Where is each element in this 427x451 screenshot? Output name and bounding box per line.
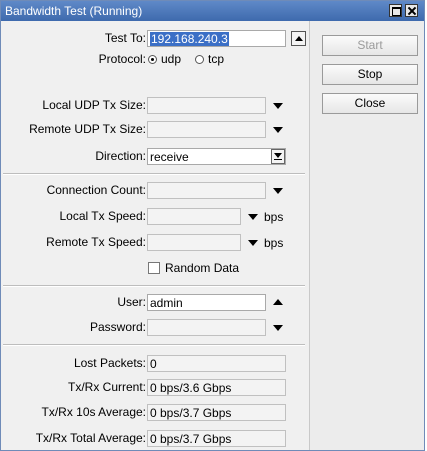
settings-panel: Test To: 192.168.240.3 Protocol: udp tcp… [1, 21, 310, 450]
current-rate-label: Tx/Rx Current: [67, 380, 146, 394]
bandwidth-test-window: Bandwidth Test (Running) Test To: 192.16… [0, 0, 425, 451]
window-title: Bandwidth Test (Running) [5, 4, 143, 18]
local-udp-size-label: Local UDP Tx Size: [42, 98, 146, 112]
local-udp-size-input[interactable] [147, 97, 266, 114]
lost-packets-label: Lost Packets: [73, 356, 146, 370]
test-to-expand-icon[interactable] [291, 31, 306, 46]
local-tx-unit: bps [264, 210, 284, 224]
local-tx-speed-input[interactable] [147, 208, 241, 225]
avg10-rate-value: 0 bps/3.7 Gbps [147, 404, 286, 421]
stop-button[interactable]: Stop [322, 64, 418, 85]
random-data-checkbox[interactable] [148, 262, 160, 274]
password-label: Password: [89, 320, 146, 334]
protocol-label: Protocol: [98, 52, 146, 66]
local-tx-speed-dropdown-icon[interactable] [248, 214, 258, 220]
current-rate-value: 0 bps/3.6 Gbps [147, 379, 286, 396]
protocol-udp-label: udp [161, 52, 182, 66]
divider [3, 285, 305, 287]
user-value: admin [150, 296, 183, 310]
test-to-input[interactable]: 192.168.240.3 [147, 30, 286, 47]
remote-tx-speed-dropdown-icon[interactable] [248, 240, 258, 246]
avg10-rate-label: Tx/Rx 10s Average: [41, 405, 147, 419]
remote-udp-size-input[interactable] [147, 121, 266, 138]
direction-dropdown-icon[interactable] [271, 149, 285, 164]
remote-tx-unit: bps [264, 236, 284, 250]
password-input[interactable] [147, 319, 266, 336]
protocol-tcp-label: tcp [208, 52, 225, 66]
close-icon[interactable] [405, 4, 418, 17]
divider [3, 173, 305, 175]
remote-tx-speed-input[interactable] [147, 234, 241, 251]
divider [3, 344, 305, 346]
remote-udp-size-dropdown-icon[interactable] [273, 127, 283, 133]
remote-udp-size-label: Remote UDP Tx Size: [29, 122, 146, 136]
title-bar[interactable]: Bandwidth Test (Running) [1, 1, 424, 21]
connection-count-dropdown-icon[interactable] [273, 188, 283, 194]
test-to-label: Test To: [104, 31, 146, 45]
close-button[interactable]: Close [322, 93, 418, 114]
maximize-icon[interactable] [389, 4, 402, 17]
test-to-value: 192.168.240.3 [150, 32, 229, 46]
user-collapse-icon[interactable] [273, 299, 283, 305]
password-dropdown-icon[interactable] [273, 325, 283, 331]
direction-label: Direction: [95, 149, 146, 163]
direction-value: receive [150, 150, 189, 164]
random-data-label: Random Data [165, 261, 240, 275]
connection-count-label: Connection Count: [46, 183, 146, 197]
local-udp-size-dropdown-icon[interactable] [273, 103, 283, 109]
protocol-tcp-radio[interactable] [195, 55, 204, 64]
protocol-udp-radio[interactable] [148, 55, 157, 64]
direction-select[interactable]: receive [147, 148, 286, 165]
start-button[interactable]: Start [322, 35, 418, 56]
user-input[interactable]: admin [147, 294, 266, 311]
local-tx-speed-label: Local Tx Speed: [59, 209, 146, 223]
total-rate-value: 0 bps/3.7 Gbps [147, 430, 286, 447]
remote-tx-speed-label: Remote Tx Speed: [46, 235, 146, 249]
connection-count-input[interactable] [147, 182, 266, 199]
lost-packets-value: 0 [147, 355, 286, 372]
total-rate-label: Tx/Rx Total Average: [35, 431, 146, 445]
user-label: User: [117, 295, 146, 309]
